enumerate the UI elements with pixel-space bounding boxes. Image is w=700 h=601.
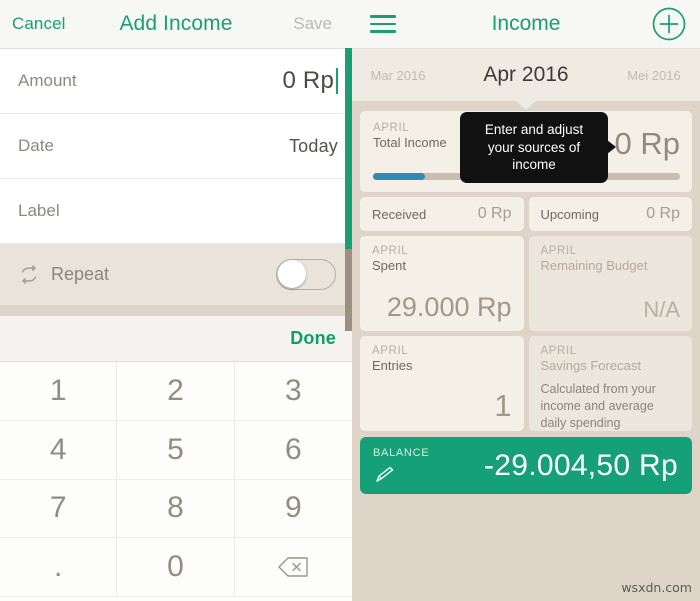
key-backspace[interactable] [234, 538, 352, 597]
key-5[interactable]: 5 [117, 420, 235, 480]
balance-label: BALANCE [373, 446, 430, 459]
received-label: Received [372, 206, 427, 222]
entries-value: 1 [494, 388, 512, 423]
key-0[interactable]: 0 [117, 538, 235, 597]
spent-title: Spent [372, 258, 406, 273]
spent-card[interactable]: APRIL Spent 29.000 Rp [360, 236, 524, 331]
toggle-knob [278, 260, 306, 288]
hamburger-line [370, 22, 396, 26]
app-root: Cancel Add Income Save Amount 0 Rp Date … [0, 0, 700, 601]
balance-heading: BALANCE [373, 447, 429, 485]
key-7[interactable]: 7 [0, 479, 118, 539]
balance-value: -29.004,50 Rp [483, 448, 678, 482]
received-value: 0 Rp [477, 205, 512, 222]
entries-month: APRIL [372, 345, 409, 357]
remaining-budget-card[interactable]: APRIL Remaining Budget N/A [528, 236, 692, 331]
month-previous[interactable]: Mar 2016 [358, 68, 438, 83]
income-title: Income [491, 12, 561, 35]
key-3[interactable]: 3 [234, 362, 352, 421]
upcoming-card[interactable]: Upcoming 0 Rp [528, 197, 692, 231]
month-current[interactable]: Apr 2016 [438, 63, 614, 87]
repeat-toggle[interactable] [276, 259, 336, 290]
amount-value[interactable]: 0 Rp [282, 67, 338, 95]
save-button[interactable]: Save [293, 14, 332, 34]
key-4[interactable]: 4 [0, 420, 118, 480]
pencil-icon[interactable] [373, 465, 397, 485]
income-progress-fill [373, 173, 426, 180]
hamburger-line [370, 15, 396, 18]
panel-edge-accent-dim [345, 249, 352, 331]
repeat-icon [21, 264, 37, 284]
spent-budget-row: APRIL Spent 29.000 Rp APRIL Remaining Bu… [360, 236, 692, 331]
panel-spacer [0, 306, 352, 316]
date-value: Today [288, 135, 338, 156]
numeric-keypad: 1 2 3 4 5 6 7 8 9 . 0 [0, 362, 352, 597]
tooltip-tail [607, 140, 616, 155]
month-selector: Mar 2016 Apr 2016 Mei 2016 [352, 49, 700, 110]
month-notch [515, 100, 537, 110]
savings-forecast-title: Savings Forecast [540, 358, 641, 373]
month-next[interactable]: Mei 2016 [614, 68, 694, 83]
income-tooltip: Enter and adjust your sources of income [460, 112, 616, 183]
text-caret [336, 68, 338, 94]
watermark: wsxdn.com [621, 580, 692, 595]
key-2[interactable]: 2 [117, 362, 235, 421]
amount-row[interactable]: Amount 0 Rp [0, 49, 352, 114]
plus-circle-icon[interactable] [652, 7, 686, 41]
savings-forecast-card[interactable]: APRIL Savings Forecast Calculated from y… [528, 336, 692, 431]
key-8[interactable]: 8 [117, 479, 235, 539]
income-header: Income [352, 0, 700, 49]
keyboard-accessory-bar: Done [0, 316, 352, 362]
income-breakdown-row: Received 0 Rp Upcoming 0 Rp [360, 197, 692, 231]
entries-title: Entries [372, 358, 413, 373]
remaining-budget-month: APRIL [540, 245, 577, 257]
remaining-budget-value: N/A [643, 297, 680, 322]
spent-value: 29.000 Rp [386, 292, 512, 322]
entries-card[interactable]: APRIL Entries 1 [360, 336, 524, 431]
balance-card[interactable]: BALANCE -29.004,50 Rp [360, 437, 692, 494]
label-label: Label [18, 201, 60, 220]
done-button[interactable]: Done [290, 328, 336, 349]
add-income-panel: Cancel Add Income Save Amount 0 Rp Date … [0, 0, 352, 601]
key-9[interactable]: 9 [234, 479, 352, 539]
savings-forecast-description: Calculated from your income and average … [540, 382, 656, 430]
tooltip-text: Enter and adjust your sources of income [484, 122, 584, 173]
repeat-row[interactable]: Repeat [0, 244, 352, 306]
cancel-button[interactable]: Cancel [12, 14, 66, 34]
panel-edge-accent [345, 48, 352, 249]
amount-label: Amount [18, 71, 77, 90]
hamburger-line [370, 30, 396, 33]
repeat-label: Repeat [51, 264, 110, 284]
upcoming-value: 0 Rp [646, 205, 680, 222]
total-income-title: Total Income [373, 135, 447, 150]
total-income-month: APRIL [373, 122, 410, 134]
entries-forecast-row: APRIL Entries 1 APRIL Savings Forecast C… [360, 336, 692, 431]
remaining-budget-title: Remaining Budget [540, 258, 648, 273]
total-income-value: 0 Rp [614, 126, 680, 161]
date-row[interactable]: Date Today [0, 114, 352, 179]
label-row[interactable]: Label [0, 179, 352, 244]
spent-month: APRIL [372, 245, 409, 257]
amount-text: 0 Rp [282, 67, 334, 94]
hamburger-menu-icon[interactable] [370, 15, 396, 33]
total-income-heading: APRIL Total Income [373, 122, 447, 150]
income-overview-panel: Income Mar 2016 Apr 2016 Mei 2016 APRIL … [352, 0, 700, 601]
key-6[interactable]: 6 [234, 420, 352, 480]
date-label: Date [18, 136, 54, 155]
received-card[interactable]: Received 0 Rp [360, 197, 524, 231]
backspace-icon [278, 557, 309, 577]
key-decimal[interactable]: . [0, 538, 118, 597]
key-1[interactable]: 1 [0, 362, 118, 421]
add-income-header: Cancel Add Income Save [0, 0, 352, 49]
upcoming-label: Upcoming [540, 206, 600, 222]
savings-forecast-month: APRIL [540, 345, 577, 357]
